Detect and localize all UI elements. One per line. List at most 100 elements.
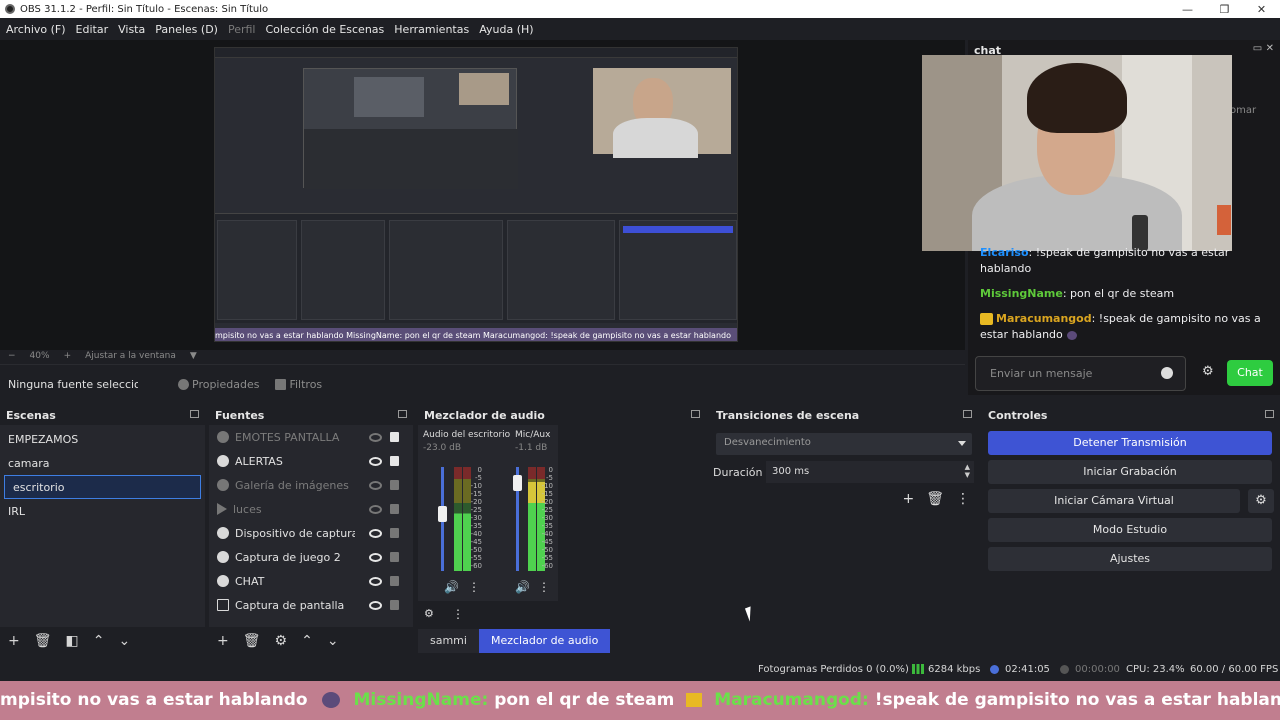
visibility-icon[interactable]: [369, 480, 382, 490]
menu-perfil[interactable]: Perfil: [228, 23, 256, 36]
speaker-icon[interactable]: 🔊: [515, 580, 530, 594]
source-item[interactable]: CHAT: [209, 569, 413, 593]
channel-menu-icon[interactable]: ⋮: [468, 580, 480, 594]
zoom-in-button[interactable]: +: [64, 351, 72, 361]
undock-icon[interactable]: [691, 410, 700, 418]
tab-sammi[interactable]: sammi: [418, 629, 479, 653]
move-down-icon[interactable]: ⌄: [327, 633, 339, 649]
lock-icon[interactable]: [390, 551, 399, 562]
add-scene-icon[interactable]: +: [8, 633, 20, 649]
source-properties-gear-icon[interactable]: ⚙: [275, 633, 288, 649]
desktop-fader-knob[interactable]: [438, 505, 447, 522]
close-button[interactable]: ✕: [1243, 0, 1280, 18]
channel-desktop-audio: Audio del escritorio -23.0 dB: [423, 430, 510, 453]
chat-username[interactable]: Maracumangod: [996, 312, 1092, 325]
source-item[interactable]: ALERTAS: [209, 449, 413, 473]
lock-icon[interactable]: [390, 455, 399, 466]
scene-item[interactable]: EMPEZAMOS: [0, 427, 205, 451]
transition-menu-icon[interactable]: ⋮: [956, 491, 970, 507]
settings-button[interactable]: Ajustes: [988, 547, 1272, 571]
nested-dock-transitions: [507, 220, 615, 320]
visibility-icon[interactable]: [369, 600, 382, 610]
menu-editar[interactable]: Editar: [76, 23, 109, 36]
duration-input[interactable]: 300 ms ▲ ▼: [766, 461, 974, 483]
lock-icon[interactable]: [390, 503, 399, 514]
fit-window-label[interactable]: Ajustar a la ventana: [85, 351, 176, 361]
monitor-icon: [217, 599, 229, 611]
remove-source-icon[interactable]: 🗑: [243, 633, 261, 649]
maximize-button[interactable]: ❐: [1206, 0, 1243, 18]
transition-select[interactable]: Desvanecimiento: [716, 433, 972, 455]
chat-settings-gear-icon[interactable]: ⚙: [1202, 364, 1216, 379]
start-recording-button[interactable]: Iniciar Grabación: [988, 460, 1272, 484]
remove-transition-icon[interactable]: 🗑: [926, 491, 944, 507]
properties-button[interactable]: Propiedades: [178, 378, 259, 391]
undock-icon[interactable]: [398, 410, 407, 418]
scene-filters-icon[interactable]: ◧: [66, 633, 79, 649]
source-name: EMOTES PANTALLA: [235, 430, 340, 444]
virtual-camera-settings-gear-icon[interactable]: ⚙: [1248, 489, 1274, 513]
menu-coleccion-escenas[interactable]: Colección de Escenas: [266, 23, 385, 36]
spinner-arrows-icon[interactable]: ▲ ▼: [965, 463, 970, 479]
chat-username[interactable]: MissingName: [980, 287, 1063, 300]
advanced-audio-icon[interactable]: ⚙: [424, 607, 434, 620]
chevron-down-icon[interactable]: ▼: [190, 351, 197, 361]
lock-icon[interactable]: [390, 599, 399, 610]
scene-item[interactable]: camara: [0, 451, 205, 475]
scene-item[interactable]: IRL: [0, 499, 205, 523]
undock-icon[interactable]: [190, 410, 199, 418]
source-item[interactable]: Captura de juego 2: [209, 545, 413, 569]
remove-scene-icon[interactable]: 🗑: [34, 633, 52, 649]
zoom-out-button[interactable]: −: [8, 351, 16, 361]
move-down-icon[interactable]: ⌄: [118, 633, 130, 649]
dock-float-close-icons[interactable]: ▭ ✕: [1253, 43, 1274, 54]
lock-icon[interactable]: [390, 479, 399, 490]
menu-archivo[interactable]: Archivo (F): [6, 23, 66, 36]
visibility-icon[interactable]: [369, 504, 382, 514]
fps: 60.00 / 60.00 FPS: [1190, 664, 1279, 675]
visibility-icon[interactable]: [369, 456, 382, 466]
lock-icon[interactable]: [390, 575, 399, 586]
chat-message-input[interactable]: Enviar un mensaje: [975, 356, 1186, 391]
mic-fader-knob[interactable]: [513, 474, 522, 491]
visibility-icon[interactable]: [369, 432, 382, 442]
source-item[interactable]: Captura de pantalla: [209, 593, 413, 617]
menu-ayuda[interactable]: Ayuda (H): [479, 23, 533, 36]
move-up-icon[interactable]: ⌃: [93, 633, 105, 649]
visibility-icon[interactable]: [369, 528, 382, 538]
chat-send-button[interactable]: Chat: [1227, 360, 1273, 386]
start-virtual-camera-button[interactable]: Iniciar Cámara Virtual: [988, 489, 1240, 513]
add-source-icon[interactable]: +: [217, 633, 229, 649]
program-preview: mpisito no vas a estar hablando MissingN…: [214, 47, 738, 342]
move-up-icon[interactable]: ⌃: [301, 633, 313, 649]
status-bar: Fotogramas Perdidos 0 (0.0%) 6284 kbps 0…: [0, 659, 1280, 681]
sources-title: Fuentes: [209, 405, 413, 425]
mixer-menu-icon[interactable]: ⋮: [452, 607, 464, 621]
nested-preview-cam: [459, 73, 509, 105]
source-item[interactable]: luces: [209, 497, 413, 521]
lock-icon[interactable]: [390, 527, 399, 538]
source-item[interactable]: Dispositivo de captura de vídeo: [209, 521, 413, 545]
minimize-button[interactable]: —: [1169, 0, 1206, 18]
channel-menu-icon[interactable]: ⋮: [538, 580, 550, 594]
filters-button[interactable]: Filtros: [275, 378, 322, 391]
menu-herramientas[interactable]: Herramientas: [394, 23, 469, 36]
undock-icon[interactable]: [963, 410, 972, 418]
source-item[interactable]: EMOTES PANTALLA: [209, 425, 413, 449]
mic-db-scale: 0 -5 -10 -15 -20 -25 -30 -35 -40 -45 -50 -55 -60: [539, 467, 553, 571]
source-item[interactable]: Galería de imágenes: [209, 473, 413, 497]
undock-icon[interactable]: [1265, 410, 1274, 418]
menu-paneles[interactable]: Paneles (D): [155, 23, 218, 36]
studio-mode-button[interactable]: Modo Estudio: [988, 518, 1272, 542]
tab-audio-mixer[interactable]: Mezclador de audio: [478, 629, 611, 653]
speaker-icon[interactable]: 🔊: [444, 580, 459, 594]
menu-vista[interactable]: Vista: [118, 23, 145, 36]
scene-item-selected[interactable]: escritorio: [4, 475, 201, 499]
lock-icon[interactable]: [390, 431, 399, 442]
visibility-icon[interactable]: [369, 552, 382, 562]
emote-picker-icon[interactable]: [1161, 367, 1173, 379]
chat-username[interactable]: Elcariso: [980, 246, 1029, 259]
visibility-icon[interactable]: [369, 576, 382, 586]
stop-streaming-button[interactable]: Detener Transmisión: [988, 431, 1272, 455]
add-transition-icon[interactable]: +: [902, 491, 914, 507]
